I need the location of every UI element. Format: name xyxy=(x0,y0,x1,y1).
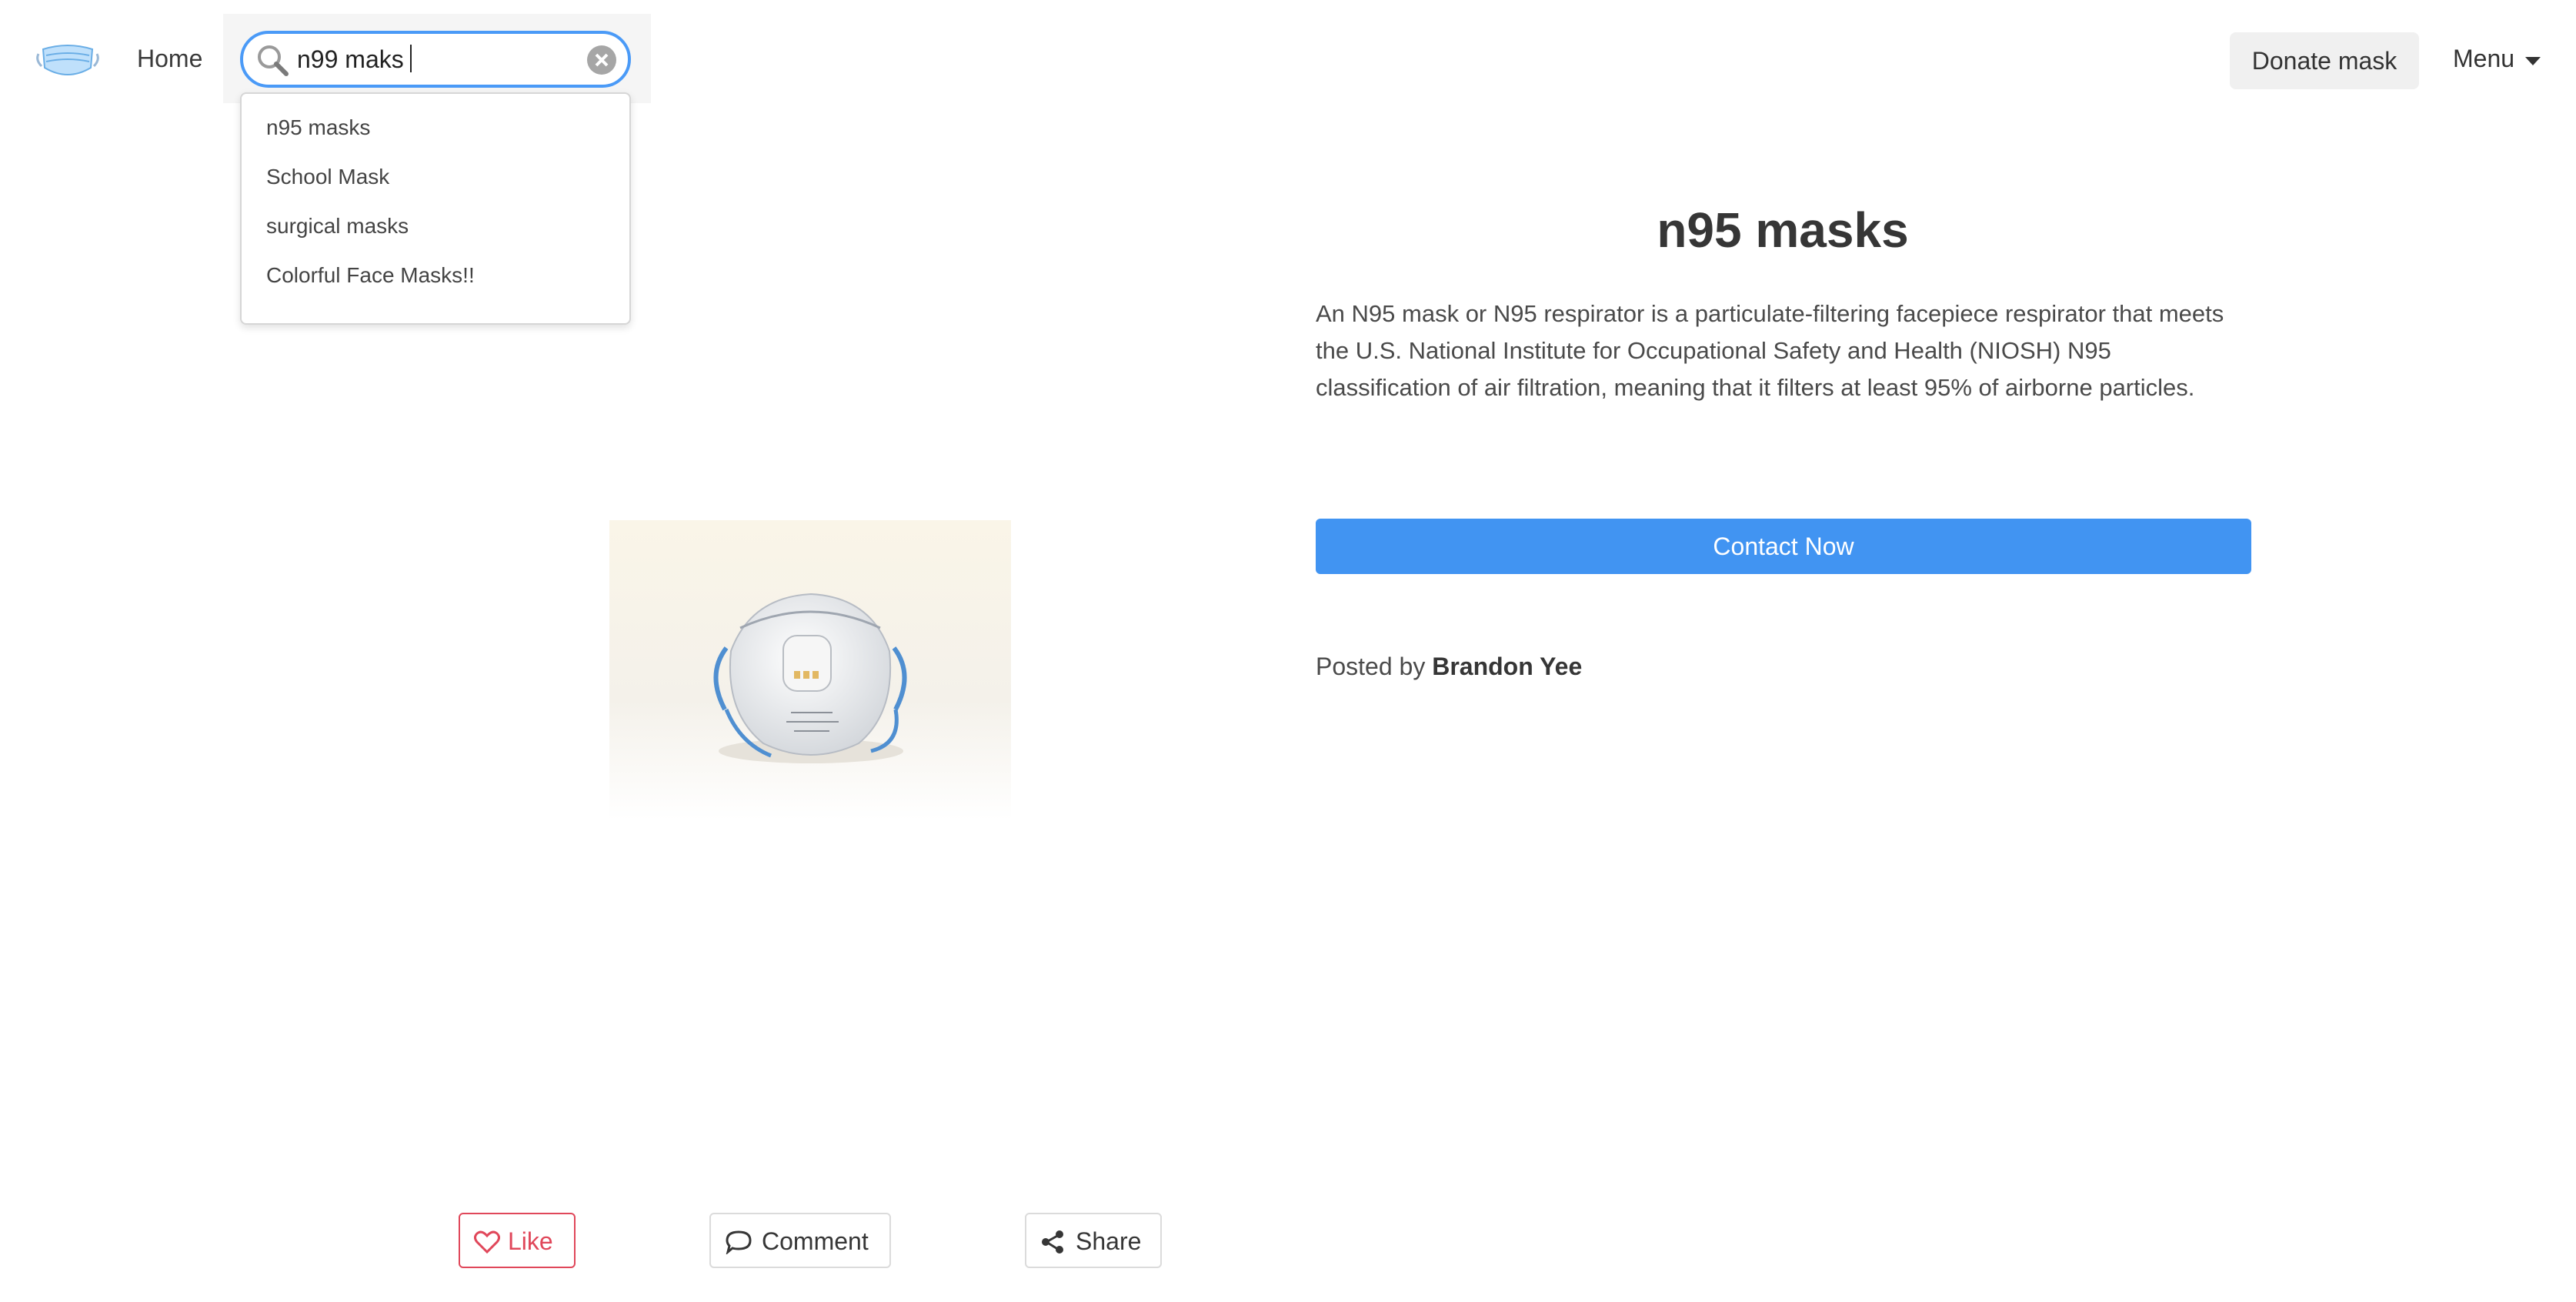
product-image xyxy=(609,520,1011,820)
search-value: n99 maks xyxy=(297,45,404,73)
comment-label: Comment xyxy=(762,1227,869,1255)
nav-home-link[interactable]: Home xyxy=(137,45,202,73)
suggestion-item[interactable]: surgical masks xyxy=(266,214,409,239)
like-label: Like xyxy=(508,1227,553,1255)
posted-by-prefix: Posted by xyxy=(1316,653,1426,680)
mask-logo-icon[interactable] xyxy=(34,37,102,83)
like-button[interactable]: Like xyxy=(459,1213,576,1268)
comment-button[interactable]: Comment xyxy=(709,1213,891,1268)
search-suggestions-dropdown: n95 masks School Mask surgical masks Col… xyxy=(240,92,631,325)
contact-now-button[interactable]: Contact Now xyxy=(1316,519,2251,574)
share-button[interactable]: Share xyxy=(1025,1213,1162,1268)
share-label: Share xyxy=(1076,1227,1142,1255)
clear-icon[interactable] xyxy=(586,45,617,75)
author-name[interactable]: Brandon Yee xyxy=(1432,653,1582,680)
top-navbar: Home n99 maks n95 masks School Mask surg… xyxy=(0,0,2576,325)
comment-icon xyxy=(726,1230,752,1254)
heart-icon xyxy=(474,1230,500,1254)
text-caret xyxy=(409,45,412,72)
search-icon xyxy=(258,45,289,76)
product-title: n95 masks xyxy=(1657,202,1909,258)
posted-by: Posted by Brandon Yee xyxy=(1316,653,1582,681)
chevron-down-icon[interactable] xyxy=(2525,57,2541,65)
suggestion-item[interactable]: n95 masks xyxy=(266,115,370,140)
product-description: An N95 mask or N95 respirator is a parti… xyxy=(1316,300,2224,401)
suggestion-item[interactable]: School Mask xyxy=(266,165,389,189)
suggestion-item[interactable]: Colorful Face Masks!! xyxy=(266,263,475,288)
menu-button[interactable]: Menu xyxy=(2453,45,2514,73)
search-input[interactable]: n99 maks xyxy=(240,31,631,88)
donate-mask-button[interactable]: Donate mask xyxy=(2230,32,2419,89)
share-icon xyxy=(1042,1230,1063,1254)
